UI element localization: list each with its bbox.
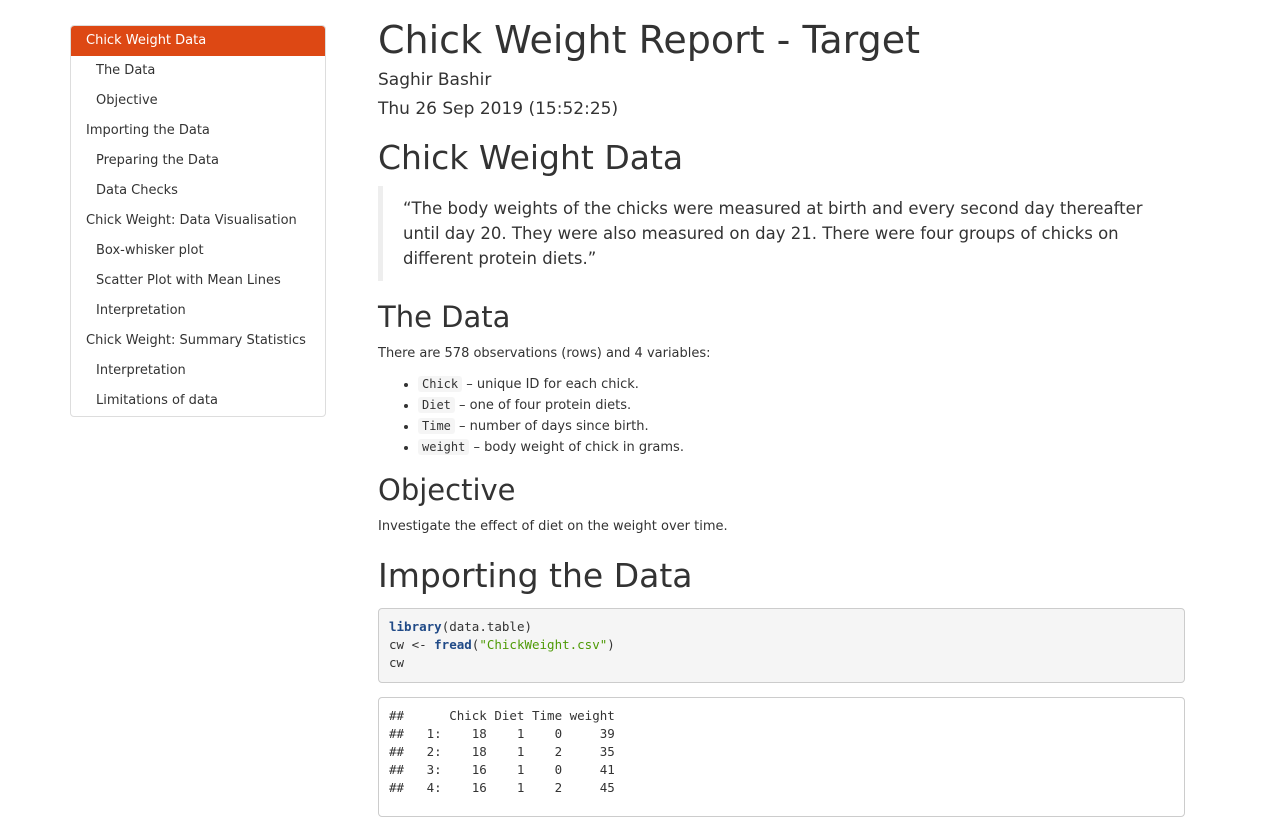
quote-text: “The body weights of the chicks were mea… xyxy=(403,199,1143,268)
toc-item-objective[interactable]: Objective xyxy=(71,86,325,116)
page-title: Chick Weight Report - Target xyxy=(378,18,921,62)
list-item: Time – number of days since birth. xyxy=(418,416,684,437)
heading-chick-weight-data: Chick Weight Data xyxy=(378,138,684,177)
var-code-diet: Diet xyxy=(418,397,455,413)
heading-the-data: The Data xyxy=(378,300,511,334)
var-code-chick: Chick xyxy=(418,376,463,392)
toc-item-box-whisker-plot[interactable]: Box-whisker plot xyxy=(71,236,325,266)
code-keyword: library xyxy=(389,619,442,634)
toc-item-scatter-plot[interactable]: Scatter Plot with Mean Lines xyxy=(71,266,325,296)
code-line: cw <- fread("ChickWeight.csv") xyxy=(389,636,1174,654)
heading-importing-the-data: Importing the Data xyxy=(378,556,693,595)
output-line: ## Chick Diet Time weight xyxy=(389,708,615,723)
toc-item-interpretation[interactable]: Interpretation xyxy=(71,296,325,326)
author: Saghir Bashir xyxy=(378,70,492,90)
code-text: ) xyxy=(607,637,615,652)
code-block-output[interactable]: ## Chick Diet Time weight ## 1: 18 1 0 39… xyxy=(378,697,1185,817)
toc-item-limitations[interactable]: Limitations of data xyxy=(71,386,325,416)
var-desc-diet: – one of four protein diets. xyxy=(454,398,632,413)
table-of-contents: Chick Weight Data The Data Objective Imp… xyxy=(70,25,326,417)
description-quote: “The body weights of the chicks were mea… xyxy=(378,186,1175,281)
var-desc-chick: – unique ID for each chick. xyxy=(462,377,639,392)
output-line: ## 2: 18 1 2 35 xyxy=(389,744,615,759)
var-code-weight: weight xyxy=(418,439,470,455)
toc-item-preparing-the-data[interactable]: Preparing the Data xyxy=(71,146,325,176)
output-line: ## 4: 16 1 2 45 xyxy=(389,780,615,795)
objective-text: Investigate the effect of diet on the we… xyxy=(378,519,728,534)
code-block-source[interactable]: library(data.table) cw <- fread("ChickWei… xyxy=(378,608,1185,683)
var-desc-time: – number of days since birth. xyxy=(454,419,649,434)
toc-item-summary-statistics[interactable]: Chick Weight: Summary Statistics xyxy=(71,326,325,356)
code-line: cw xyxy=(389,655,405,670)
code-string: "ChickWeight.csv" xyxy=(479,637,608,652)
list-item: Chick – unique ID for each chick. xyxy=(418,374,684,395)
toc-item-data-checks[interactable]: Data Checks xyxy=(71,176,325,206)
variable-list: Chick – unique ID for each chick. Diet –… xyxy=(378,374,684,458)
toc-item-chick-weight-data[interactable]: Chick Weight Data xyxy=(71,26,325,56)
code-keyword: fread xyxy=(434,637,472,652)
heading-objective: Objective xyxy=(378,473,516,507)
output-line: ## 1: 18 1 0 39 xyxy=(389,726,615,741)
var-code-time: Time xyxy=(418,418,455,434)
output-line: ## 3: 16 1 0 41 xyxy=(389,762,615,777)
list-item: weight – body weight of chick in grams. xyxy=(418,437,684,458)
data-intro: There are 578 observations (rows) and 4 … xyxy=(378,346,711,361)
toc-item-the-data[interactable]: The Data xyxy=(71,56,325,86)
toc-item-data-visualisation[interactable]: Chick Weight: Data Visualisation xyxy=(71,206,325,236)
list-item: Diet – one of four protein diets. xyxy=(418,395,684,416)
code-line: library(data.table) xyxy=(389,618,1174,636)
var-desc-weight: – body weight of chick in grams. xyxy=(469,440,684,455)
report-date: Thu 26 Sep 2019 (15:52:25) xyxy=(378,99,619,119)
toc-item-importing-the-data[interactable]: Importing the Data xyxy=(71,116,325,146)
code-text: (data.table) xyxy=(441,619,532,634)
toc-item-interpretation-2[interactable]: Interpretation xyxy=(71,356,325,386)
code-text: cw <- xyxy=(389,637,435,652)
